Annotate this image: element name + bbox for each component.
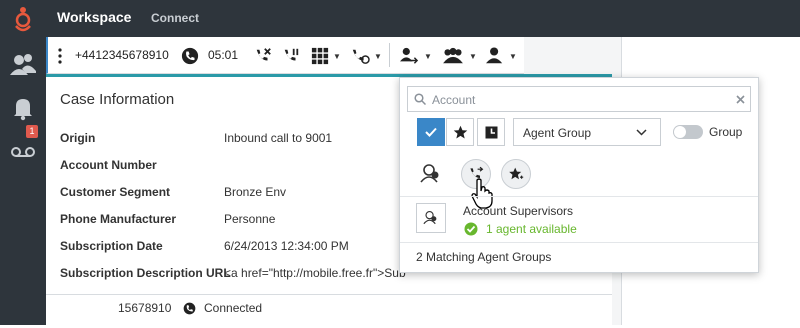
- clear-icon[interactable]: [736, 95, 745, 104]
- case-field-label: Subscription Date: [60, 239, 163, 253]
- tab-connect[interactable]: Connect: [151, 11, 199, 25]
- call-toolbar: +4412345678910 05:01 ▼ ▼ ▼ ▼ ▼: [46, 37, 524, 74]
- more-menu-icon[interactable]: [57, 47, 63, 65]
- voicemail-icon[interactable]: [8, 137, 38, 167]
- chevron-down-icon[interactable]: ▼: [333, 52, 341, 61]
- consult-call-icon[interactable]: [349, 47, 371, 65]
- toggle-knob: [674, 126, 686, 138]
- case-field-value: <a href="http://mobile.free.fr">Sub: [224, 266, 406, 280]
- chevron-down-icon[interactable]: ▼: [509, 52, 517, 61]
- type-filter-value: Agent Group: [523, 126, 592, 140]
- case-field-label: Phone Manufacturer: [60, 212, 177, 226]
- case-field-value: 6/24/2013 12:34:00 PM: [224, 239, 349, 253]
- team-communicator-popup: Agent Group Group Account Supervisors: [399, 77, 759, 273]
- star-add-icon: [509, 167, 524, 180]
- call-duration: 05:01: [208, 48, 239, 62]
- case-field-label: Origin: [60, 131, 96, 145]
- sidebar: 1: [0, 37, 46, 325]
- app-title: Workspace: [57, 9, 132, 25]
- checkmark-icon: [425, 127, 437, 137]
- chevron-down-icon[interactable]: ▼: [469, 52, 477, 61]
- dialpad-icon[interactable]: [310, 47, 330, 65]
- case-field-value: Personne: [224, 212, 276, 226]
- case-field-value: Bronze Env: [224, 185, 287, 199]
- type-filter-dropdown[interactable]: Agent Group: [513, 118, 661, 146]
- group-toggle[interactable]: [673, 125, 703, 139]
- clock-icon: [485, 126, 498, 139]
- bottom-call-number: 15678910: [118, 301, 172, 315]
- chevron-down-icon: [636, 129, 647, 136]
- chevron-down-icon[interactable]: ▼: [424, 52, 432, 61]
- case-field-value: Inbound call to 9001: [224, 131, 333, 145]
- phone-status-icon: [183, 302, 196, 315]
- group-toggle-label: Group: [709, 125, 743, 139]
- case-field-label: Subscription Description URL: [60, 266, 231, 280]
- phone-status-icon: [181, 47, 199, 65]
- section-divider: [46, 294, 612, 295]
- case-title: Case Information: [60, 91, 175, 108]
- call-number: +4412345678910: [75, 48, 169, 62]
- popup-divider: [400, 242, 758, 243]
- search-input[interactable]: [430, 91, 724, 109]
- result-status: 1 agent available: [486, 222, 577, 236]
- hold-call-icon[interactable]: [281, 47, 301, 65]
- contacts-icon[interactable]: [8, 49, 38, 79]
- search-box: [407, 86, 751, 112]
- filter-favorites-button[interactable]: [446, 118, 474, 146]
- filter-all-button[interactable]: [417, 118, 445, 146]
- search-icon: [414, 93, 426, 105]
- filter-recent-button[interactable]: [477, 118, 505, 146]
- star-icon: [453, 125, 468, 139]
- conference-icon[interactable]: [440, 47, 466, 65]
- agent-group-result-icon: [416, 203, 446, 233]
- case-field-label: Account Number: [60, 158, 157, 172]
- genesys-logo-icon: [15, 7, 31, 32]
- end-call-icon[interactable]: [253, 47, 273, 65]
- result-group-name[interactable]: Account Supervisors: [463, 204, 573, 218]
- chevron-down-icon[interactable]: ▼: [374, 52, 382, 61]
- agent-status-icon[interactable]: [484, 47, 506, 65]
- agent-group-icon: [423, 211, 437, 225]
- transfer-agent-icon[interactable]: [398, 47, 420, 65]
- case-field-label: Customer Segment: [60, 185, 171, 199]
- add-favorite-button[interactable]: [501, 159, 531, 189]
- agent-group-icon[interactable]: [417, 160, 445, 188]
- bottom-call-status: Connected: [204, 301, 263, 315]
- bell-icon[interactable]: [8, 93, 38, 123]
- available-check-icon: [464, 222, 478, 236]
- popup-divider: [400, 196, 758, 197]
- top-bar: Workspace Connect: [0, 0, 800, 37]
- matching-count: 2 Matching Agent Groups: [416, 250, 552, 264]
- toolbar-divider: [389, 43, 390, 67]
